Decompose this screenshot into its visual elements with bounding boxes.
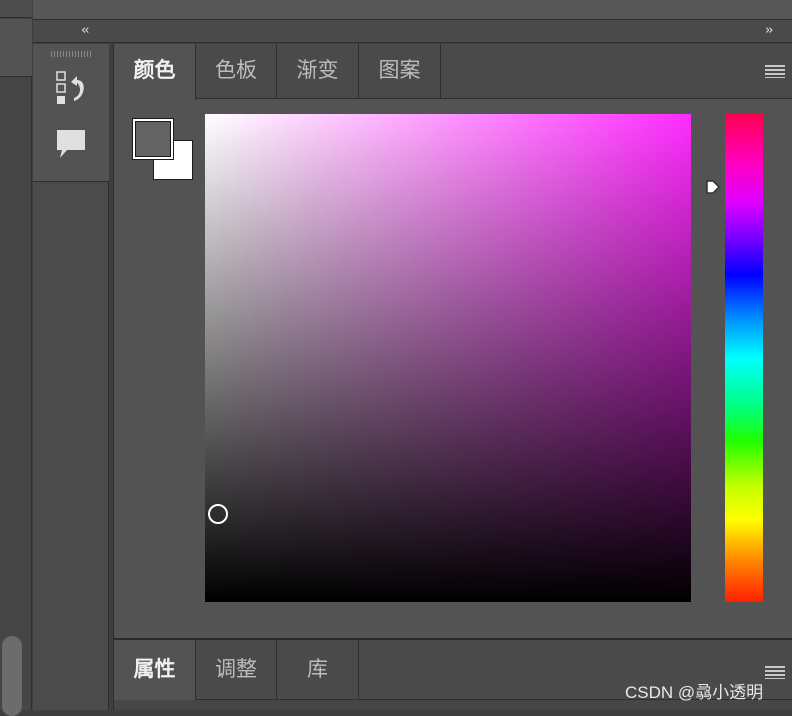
saturation-brightness-field[interactable]: [205, 114, 691, 602]
panel-dock: [33, 44, 109, 710]
tab-swatches[interactable]: 色板: [196, 44, 277, 99]
tab-gradients[interactable]: 渐变: [277, 44, 359, 99]
hue-slider-marker-icon[interactable]: [705, 179, 721, 199]
left-panel-header: [0, 0, 32, 18]
foreground-color-swatch[interactable]: [132, 118, 174, 160]
panel-menu-icon[interactable]: [765, 65, 785, 78]
dock-icon-group: [33, 44, 109, 182]
dock-grip-handle[interactable]: [51, 51, 91, 57]
bottom-panel-menu-icon[interactable]: [765, 666, 785, 679]
history-icon[interactable]: [53, 70, 89, 108]
expand-panels-icon[interactable]: ››: [765, 20, 774, 42]
tab-patterns[interactable]: 图案: [359, 44, 441, 99]
left-scrollbar-thumb[interactable]: [2, 636, 22, 716]
top-strip: [33, 0, 792, 19]
tab-properties[interactable]: 属性: [114, 640, 196, 700]
panel-collapse-bar: ‹‹ ››: [33, 19, 792, 43]
foreground-color-fill: [135, 121, 171, 157]
tab-libraries[interactable]: 库: [277, 640, 359, 700]
left-panel-subheader: [0, 19, 32, 77]
watermark-text: CSDN @骉小透明: [625, 683, 764, 702]
color-panel-tabbar: 颜色 色板 渐变 图案: [114, 44, 792, 100]
tab-adjustments[interactable]: 调整: [196, 640, 277, 700]
collapse-panels-icon[interactable]: ‹‹: [81, 20, 90, 42]
left-panel-strip: [0, 0, 32, 716]
field-black-gradient: [205, 114, 691, 602]
color-panel: 颜色 色板 渐变 图案: [113, 44, 792, 638]
comments-icon[interactable]: [55, 128, 89, 160]
tab-color[interactable]: 颜色: [114, 44, 196, 100]
hue-slider[interactable]: [725, 114, 763, 602]
